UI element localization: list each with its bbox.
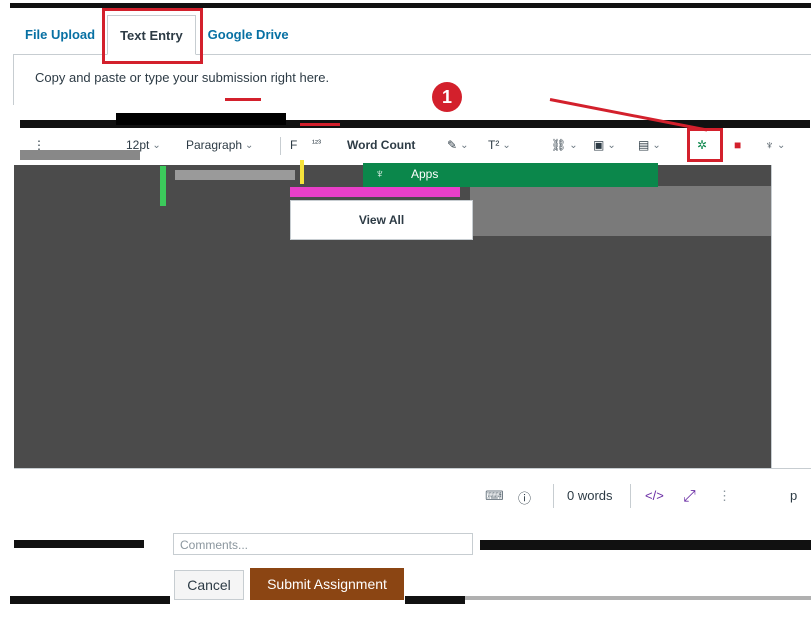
- superscript-button[interactable]: T² ⌄: [488, 138, 511, 152]
- tab-file-upload[interactable]: File Upload: [13, 14, 107, 54]
- glitch-band: [116, 113, 286, 125]
- view-all-button[interactable]: View All: [290, 200, 473, 240]
- word-count-button[interactable]: Word Count: [347, 138, 415, 152]
- editor-right-gutter: [771, 165, 811, 468]
- annotation-arrow: [225, 98, 261, 101]
- glitch-band: [465, 596, 811, 600]
- glitch-band: [405, 596, 465, 604]
- plug-icon: ♆: [375, 166, 385, 181]
- glitch-artifact: [175, 170, 295, 180]
- apps-menu-label: Apps: [411, 167, 439, 181]
- submission-tabs: File Upload Text Entry Google Drive: [13, 8, 811, 64]
- submit-assignment-button[interactable]: Submit Assignment: [250, 568, 404, 600]
- glitch-band: [480, 540, 811, 550]
- step-number-badge: 1: [432, 82, 462, 112]
- word-count-display: 0 words: [567, 488, 613, 503]
- statusbar-divider: [553, 484, 554, 508]
- glitch-artifact: [300, 160, 304, 184]
- chevron-down-icon: ⌄: [152, 139, 161, 151]
- accessibility-icon[interactable]: ⓘ: [518, 488, 531, 507]
- glitch-artifact: [160, 166, 166, 206]
- paragraph-select[interactable]: Paragraph ⌄: [186, 138, 253, 152]
- glitch-artifact: [20, 150, 140, 160]
- toolbar-divider: [280, 137, 281, 155]
- format-icon[interactable]: F: [290, 138, 297, 152]
- image-icon[interactable]: ▣ ⌄: [593, 138, 616, 152]
- link-icon[interactable]: ⛓ ⌄: [551, 138, 578, 152]
- annotation-arrow: [300, 123, 340, 126]
- chevron-down-icon: ⌄: [245, 139, 254, 151]
- glitch-band: [14, 540, 144, 548]
- resize-handle-icon[interactable]: ⋮: [718, 488, 731, 504]
- html-editor-toggle[interactable]: </>: [645, 488, 664, 503]
- tab-text-entry[interactable]: Text Entry: [102, 8, 203, 64]
- document-icon[interactable]: ▤ ⌄: [638, 138, 661, 152]
- top-strip-dark: [10, 3, 811, 8]
- tab-google-drive[interactable]: Google Drive: [196, 14, 301, 54]
- apps-menu-item[interactable]: ♆ Apps: [363, 163, 658, 187]
- glitch-artifact: [290, 187, 460, 197]
- keyboard-icon[interactable]: ⌨: [485, 488, 504, 504]
- word-count-icon[interactable]: ¹²³: [312, 138, 321, 148]
- fullscreen-icon[interactable]: ⤢: [683, 488, 696, 506]
- paragraph-value: Paragraph: [186, 138, 243, 152]
- pencil-icon[interactable]: ✎ ⌄: [447, 138, 468, 152]
- comments-field[interactable]: Comments...: [173, 533, 473, 555]
- statusbar-divider: [630, 484, 631, 508]
- instructions-text: Copy and paste or type your submission r…: [35, 70, 330, 85]
- glitch-block: [470, 186, 771, 236]
- apps-highlight-box: [687, 128, 723, 162]
- glitch-band: [10, 596, 170, 604]
- block-path-indicator: p: [790, 488, 798, 503]
- cancel-button[interactable]: Cancel: [174, 570, 244, 600]
- plugin-icon[interactable]: ♆ ⌄: [765, 138, 785, 152]
- media-icon[interactable]: ■: [734, 138, 741, 152]
